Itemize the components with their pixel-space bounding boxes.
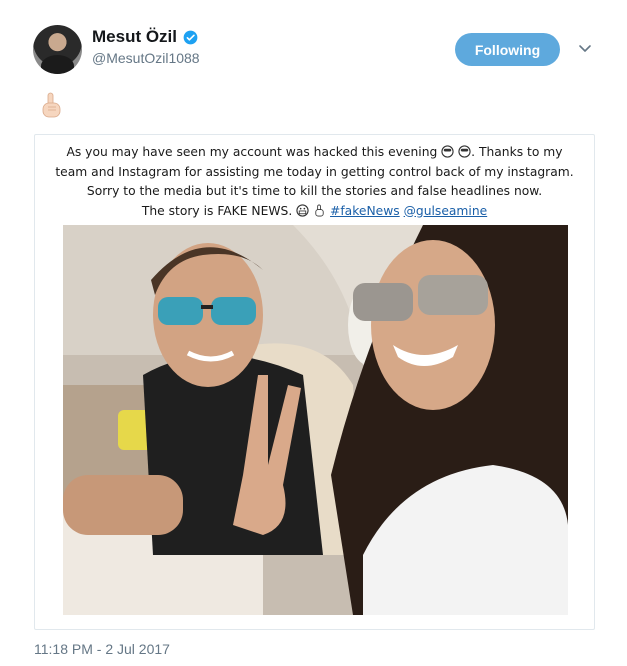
see-no-evil-monkey-icon: [441, 145, 454, 158]
caption-line-3: Sorry to the media but it's time to kill…: [86, 184, 543, 198]
verified-badge-icon: [183, 30, 198, 44]
name-row: Mesut Özil: [92, 27, 198, 47]
tweet-photo[interactable]: [63, 225, 568, 615]
tweet-timestamp[interactable]: 11:18 PM - 2 Jul 2017: [34, 641, 170, 657]
mention-link[interactable]: @gulseamine: [404, 204, 488, 218]
image-caption: As you may have seen my account was hack…: [35, 143, 594, 221]
see-no-evil-monkey-icon: [458, 145, 471, 158]
embedded-media-card[interactable]: As you may have seen my account was hack…: [34, 134, 595, 630]
pointing-up-hand-icon: [42, 92, 61, 118]
grimacing-face-icon: [296, 203, 309, 217]
display-name[interactable]: Mesut Özil: [92, 27, 177, 47]
following-button[interactable]: Following: [455, 33, 560, 66]
caption-line-1-tail: . Thanks to my: [471, 145, 563, 159]
user-handle[interactable]: @MesutOzil1088: [92, 50, 200, 66]
avatar[interactable]: [33, 25, 82, 74]
hashtag-link[interactable]: #fakeNews: [330, 204, 400, 218]
caption-line-1: As you may have seen my account was hack…: [66, 145, 438, 159]
caption-line-4: The story is FAKE NEWS.: [141, 203, 293, 218]
pointing-up-hand-icon: [315, 204, 324, 216]
chevron-down-icon[interactable]: [578, 41, 592, 55]
tweet-header: Mesut Özil @MesutOzil1088 Following: [33, 24, 603, 76]
caption-line-2: team and Instagram for assisting me toda…: [55, 164, 574, 179]
